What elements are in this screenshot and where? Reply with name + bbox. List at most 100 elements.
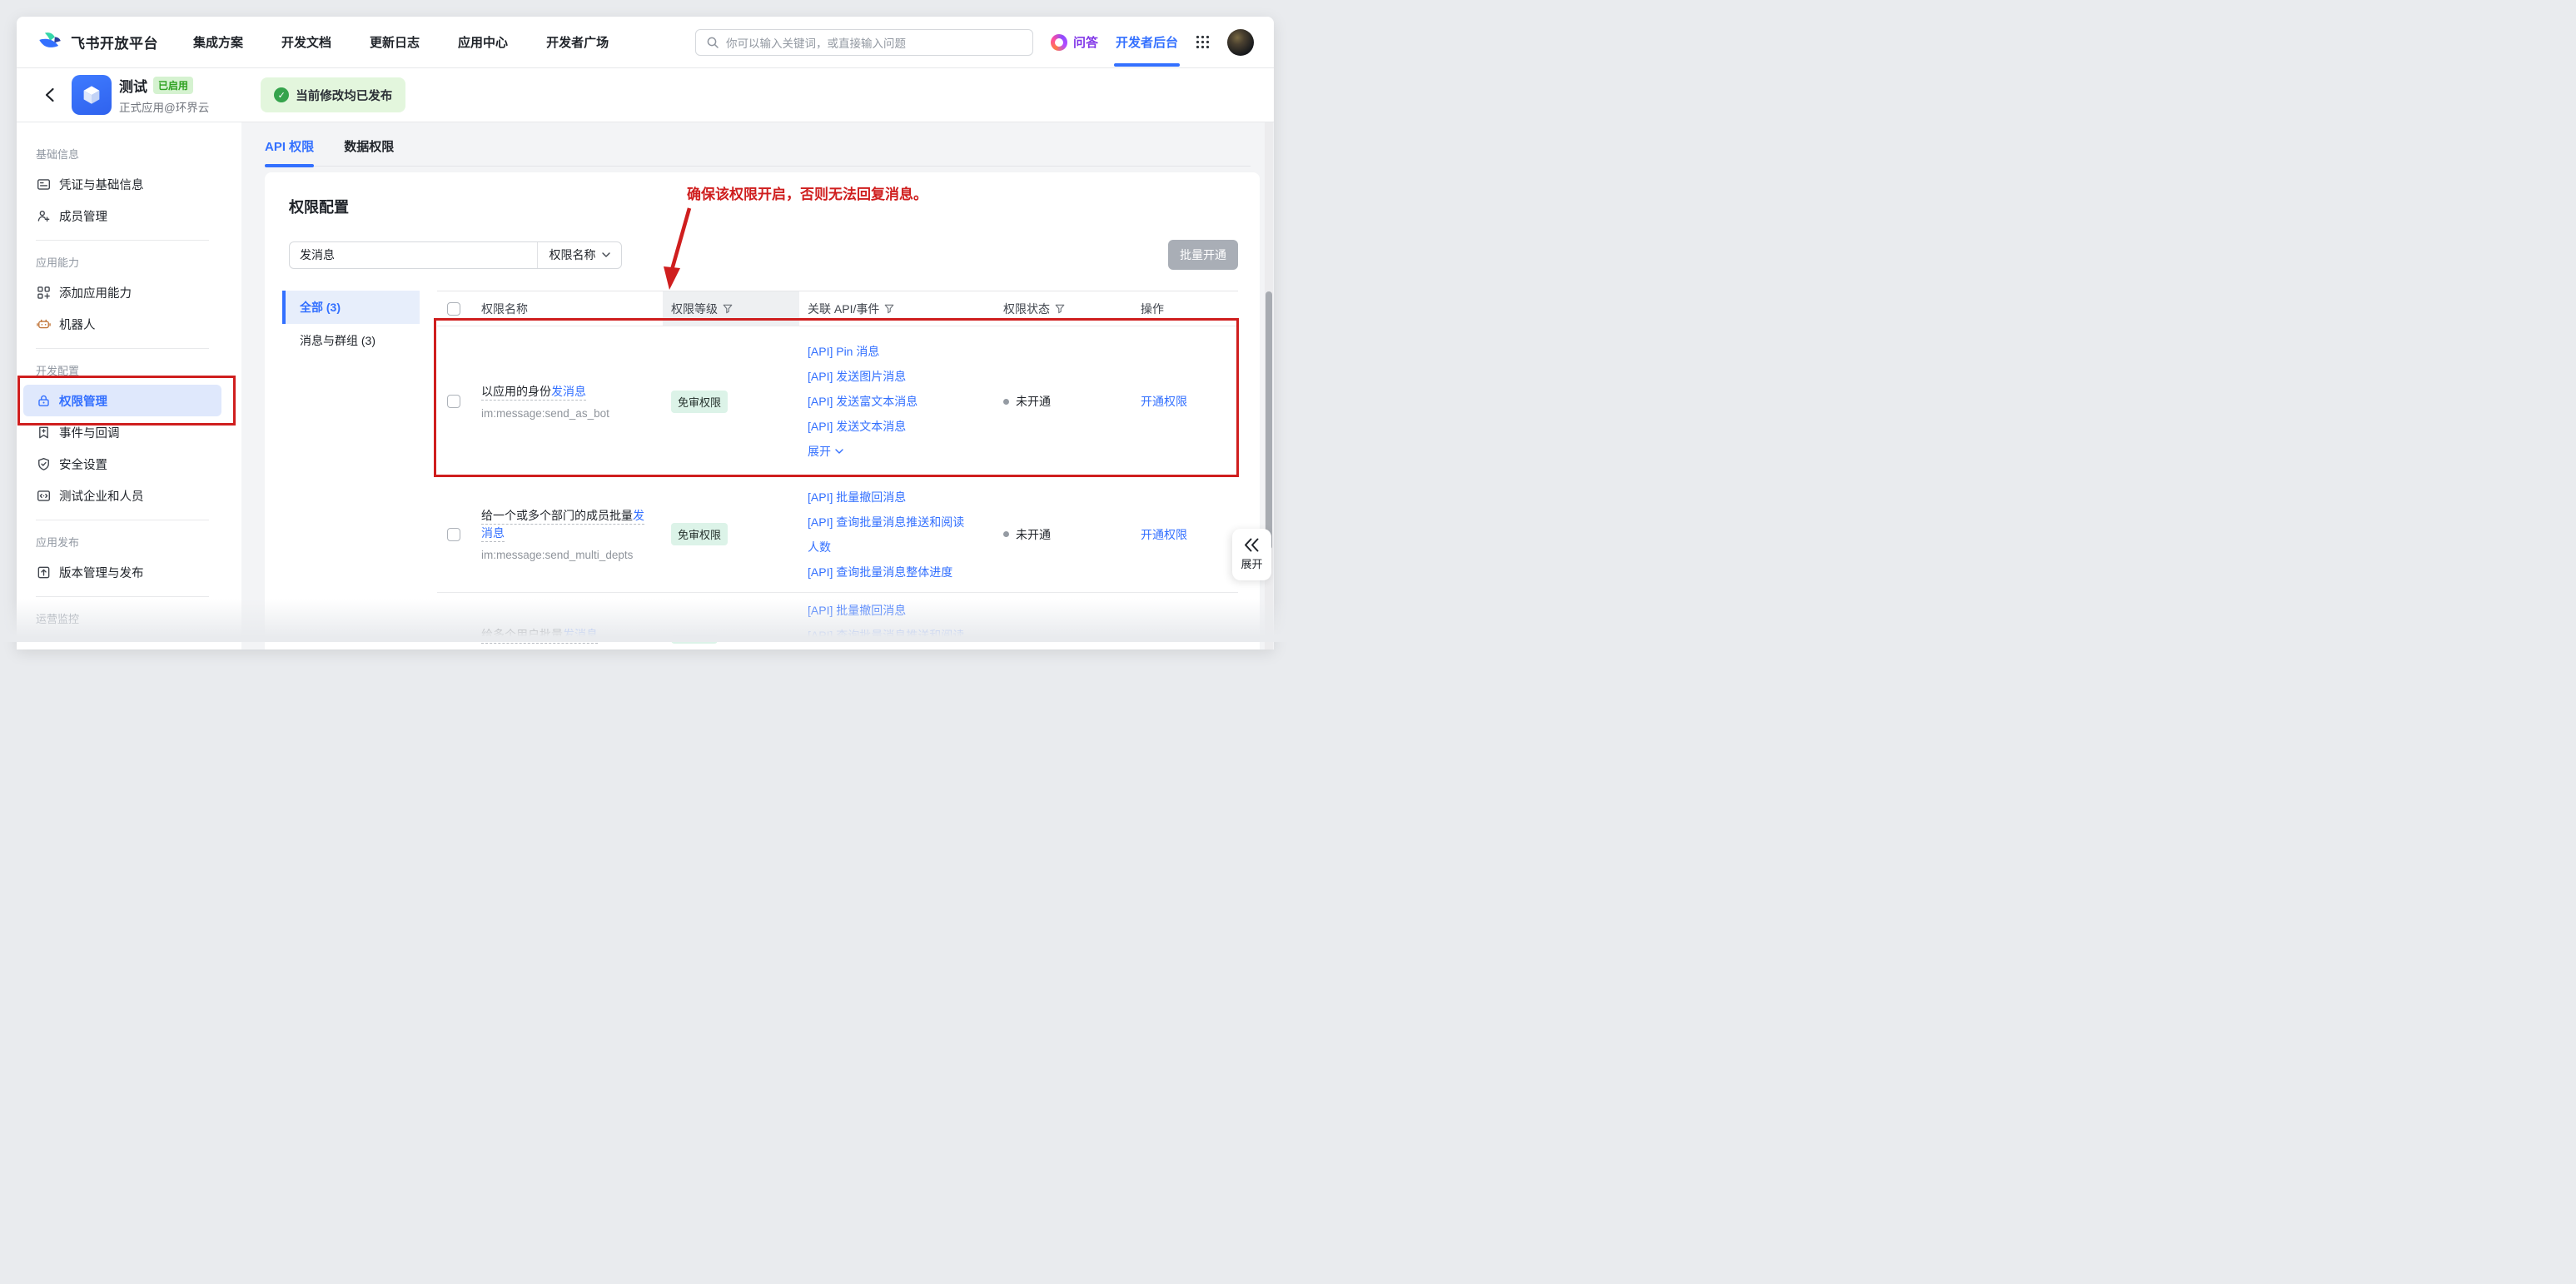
chevron-down-icon [602, 252, 610, 257]
sidebar-item-add-capability[interactable]: 添加应用能力 [23, 276, 221, 308]
nav-item-solutions[interactable]: 集成方案 [193, 33, 243, 51]
header-related-api[interactable]: 关联 API/事件 [799, 291, 995, 326]
search-icon [706, 36, 719, 49]
lock-icon [36, 393, 51, 408]
enable-permission-link[interactable]: 开通权限 [1141, 528, 1187, 541]
shield-check-icon [36, 456, 51, 471]
main-content: API 权限 数据权限 权限配置 发消息 权限名称 批量开通 [241, 122, 1274, 649]
api-link[interactable]: [API] 查询批量消息整体进度 [808, 560, 970, 585]
api-link[interactable]: [API] 查询批量消息推送和阅读人数 [808, 510, 970, 560]
status-badge: 已启用 [153, 77, 193, 94]
header-action: 操作 [1132, 291, 1238, 326]
highlighted-term[interactable]: 发消息 [551, 385, 586, 398]
status-dot-icon [1003, 531, 1009, 537]
global-search-input[interactable]: 你可以输入关键词，或直接输入问题 [695, 29, 1033, 56]
tab-api-permissions[interactable]: API 权限 [265, 134, 314, 166]
filter-funnel-icon[interactable] [884, 304, 894, 314]
grid-add-icon [36, 285, 51, 300]
app-icon [72, 75, 112, 115]
nav-item-dev-square[interactable]: 开发者广场 [546, 33, 609, 51]
api-link[interactable]: [API] 发送富文本消息 [808, 389, 970, 414]
bulk-enable-button[interactable]: 批量开通 [1168, 240, 1238, 270]
table-row: 给一个或多个部门的成员批量发消息 im:message:send_multi_d… [437, 476, 1238, 593]
qa-link[interactable]: 问答 [1051, 33, 1098, 51]
header-permission-status[interactable]: 权限状态 [995, 291, 1132, 326]
app-title: 测试 [119, 75, 147, 96]
nav-item-app-center[interactable]: 应用中心 [458, 33, 508, 51]
level-badge: 免审权限 [671, 391, 728, 413]
api-link[interactable]: [API] 发送文本消息 [808, 414, 970, 439]
sidebar-item-bot[interactable]: 机器人 [23, 308, 221, 340]
filter-type-select[interactable]: 权限名称 [538, 242, 621, 268]
sidebar-item-version-release[interactable]: 版本管理与发布 [23, 556, 221, 588]
developer-console-tab[interactable]: 开发者后台 [1116, 17, 1178, 67]
back-button[interactable] [38, 84, 60, 106]
category-all[interactable]: 全部 (3) [282, 291, 420, 324]
expand-panel-button[interactable]: 展开 [1232, 529, 1271, 580]
api-link[interactable]: [API] Pin 消息 [808, 339, 970, 364]
sidebar-item-events[interactable]: 事件与回调 [23, 416, 221, 448]
chevron-down-icon [835, 449, 843, 454]
top-navbar: 飞书开放平台 集成方案 开发文档 更新日志 应用中心 开发者广场 你可以输入关键… [17, 17, 1274, 68]
enable-permission-link[interactable]: 开通权限 [1141, 395, 1187, 408]
browser-viewport: 飞书开放平台 集成方案 开发文档 更新日志 应用中心 开发者广场 你可以输入关键… [17, 17, 1274, 649]
row-checkbox[interactable] [447, 395, 460, 408]
level-badge: 免审权限 [671, 523, 728, 545]
category-message-group[interactable]: 消息与群组 (3) [282, 324, 420, 357]
divider [36, 348, 209, 349]
api-link[interactable]: [API] 查询批量消息推送和阅读 [808, 623, 970, 648]
sidebar-item-security[interactable]: 安全设置 [23, 448, 221, 480]
sidebar-section-basic: 基础信息 [23, 146, 221, 162]
brand[interactable]: 飞书开放平台 [37, 31, 158, 54]
robot-icon [36, 316, 51, 331]
nav-menu: 集成方案 开发文档 更新日志 应用中心 开发者广场 [193, 33, 609, 51]
table-header: 权限名称 权限等级 关联 API/事件 [437, 291, 1238, 326]
permission-table: 权限名称 权限等级 关联 API/事件 [437, 291, 1238, 649]
status-dot-icon [1003, 399, 1009, 405]
tab-data-permissions[interactable]: 数据权限 [344, 134, 394, 166]
sidebar-section-capability: 应用能力 [23, 254, 221, 270]
api-link[interactable]: [API] 批量撤回消息 [808, 598, 970, 623]
double-chevron-left-icon [1244, 538, 1260, 552]
permission-config-card: 权限配置 发消息 权限名称 批量开通 全部 (3) [265, 172, 1260, 649]
app-subtitle: 正式应用@环界云 [119, 98, 209, 115]
sidebar-item-permissions[interactable]: 权限管理 [23, 385, 221, 416]
permission-tabs: API 权限 数据权限 [265, 134, 1251, 167]
permission-search-input[interactable]: 发消息 [290, 242, 537, 268]
id-card-icon [36, 177, 51, 192]
nav-item-docs[interactable]: 开发文档 [281, 33, 331, 51]
permission-code: im:message:send_multi_depts [481, 549, 648, 561]
filter-funnel-icon[interactable] [723, 304, 733, 314]
apps-grid-icon[interactable] [1196, 35, 1210, 49]
header-permission-level[interactable]: 权限等级 [663, 291, 799, 326]
expand-apis-link[interactable]: 展开 [808, 439, 970, 464]
app-header: 测试 已启用 正式应用@环界云 ✓ 当前修改均已发布 [17, 68, 1274, 122]
sidebar-item-members[interactable]: 成员管理 [23, 200, 221, 231]
sidebar-section-monitoring: 运营监控 [23, 610, 221, 626]
permission-code: im:message:send_as_bot [481, 407, 648, 420]
sidebar-item-test-org[interactable]: 测试企业和人员 [23, 480, 221, 511]
code-icon [36, 488, 51, 503]
qa-gradient-icon [1051, 34, 1067, 51]
api-link[interactable]: [API] 批量撤回消息 [808, 485, 970, 510]
filter-funnel-icon[interactable] [1055, 304, 1065, 314]
category-list: 全部 (3) 消息与群组 (3) [282, 291, 420, 649]
sidebar-section-release: 应用发布 [23, 534, 221, 550]
search-placeholder: 你可以输入关键词，或直接输入问题 [726, 34, 906, 51]
api-link[interactable]: [API] 发送图片消息 [808, 364, 970, 389]
nav-item-changelog[interactable]: 更新日志 [370, 33, 420, 51]
published-status-pill: ✓ 当前修改均已发布 [261, 77, 405, 112]
user-avatar[interactable] [1227, 29, 1254, 56]
check-circle-icon: ✓ [274, 87, 289, 102]
highlighted-term[interactable]: 发消息 [563, 628, 598, 641]
divider [36, 596, 209, 597]
card-title: 权限配置 [289, 196, 1238, 217]
scrollbar-thumb[interactable] [1266, 291, 1272, 550]
row-checkbox[interactable] [447, 528, 460, 541]
feishu-logo-icon [37, 31, 63, 54]
sidebar-section-dev-config: 开发配置 [23, 362, 221, 378]
select-all-checkbox[interactable] [447, 302, 460, 316]
table-row: 以应用的身份发消息 im:message:send_as_bot 免审权限 [A… [437, 326, 1238, 476]
sidebar-item-credentials[interactable]: 凭证与基础信息 [23, 168, 221, 200]
status-text: 未开通 [1016, 393, 1051, 410]
